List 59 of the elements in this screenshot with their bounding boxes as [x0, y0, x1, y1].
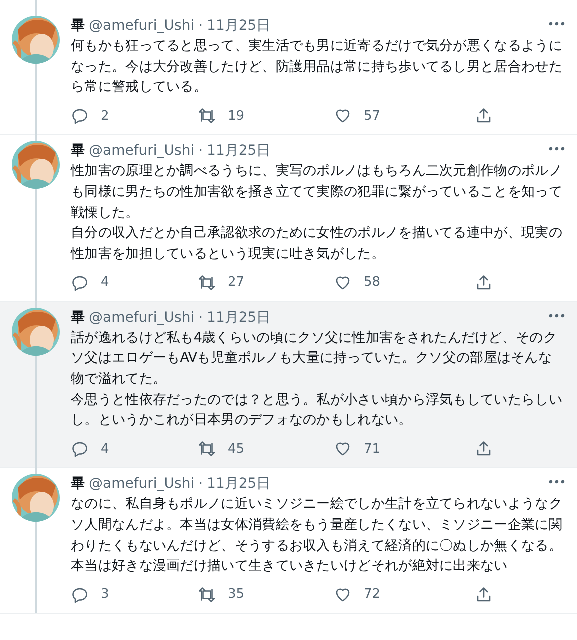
share-icon[interactable] — [475, 107, 493, 126]
retweet-icon[interactable] — [198, 586, 216, 604]
reply-count: 2 — [101, 108, 110, 124]
like-count: 72 — [364, 587, 381, 602]
share-icon[interactable] — [475, 274, 493, 292]
share-icon[interactable] — [475, 586, 493, 604]
tweet-card[interactable]: 畢 @amefuri_Ushi · 11月25日 なのに、私自身もポルノに近いミソジニー絵でしか生計を立てられないようなクソ人間なんだよ。本当は女体消費絵をもう量産したくない、ミソジニー企業に関わりたくもないんだけど、そうするお収入も消えて経済的に〇ぬしか無くなる。 本当は好きな漫画だけ描いて生きていきたいけどそれが絶対に出来ない 3 35 72 — [0, 468, 577, 614]
more-icon[interactable] — [549, 147, 565, 152]
tweet-date: 11月25日 — [207, 475, 271, 494]
reply-count: 4 — [101, 275, 110, 290]
reply-icon[interactable] — [71, 440, 89, 458]
tweet-date: 11月25日 — [207, 17, 271, 35]
reply-icon[interactable] — [71, 107, 89, 126]
tweet-card[interactable]: 畢 @amefuri_Ushi · 11月25日 性加害の原理とか調べるうちに、実写のポルノはもちろん二次元創作物のポルノも同様に男たちの性加害欲を掻き立てて実際の犯罪に繋がっていることを知って戦慄した。 自分の収入だとか自己承認欲求のために女性のポルノを描いてる連中が、現実の性加害を加担しているという現実に吐き気がした。 4 27 58 — [0, 135, 577, 302]
like-icon[interactable] — [334, 586, 352, 604]
separator: · — [198, 476, 204, 492]
retweet-count: 45 — [228, 442, 245, 457]
author-name: 畢 — [71, 17, 85, 35]
author-name: 畢 — [71, 308, 85, 327]
like-count: 58 — [364, 275, 381, 290]
like-count: 57 — [364, 108, 381, 124]
share-icon[interactable] — [475, 440, 493, 458]
author-handle: @amefuri_Ushi — [89, 476, 195, 492]
retweet-icon[interactable] — [198, 274, 216, 292]
separator: · — [198, 18, 204, 34]
reply-icon[interactable] — [71, 274, 89, 292]
reply-icon[interactable] — [71, 586, 89, 604]
tweet-text: なのに、私自身もポルノに近いミソジニー絵でしか生計を立てられないようなクソ人間なんだよ。本当は女体消費絵をもう量産したくない、ミソジニー企業に関わりたくもないんだけど、そうするお収入も消えて経済的に〇ぬしか無くなる。 — [71, 495, 564, 556]
retweet-count: 27 — [228, 275, 245, 290]
tweet-text: 何もかも狂ってると思って、実生活でも男に近寄るだけで気分が悪くなるようになった。今は大分改善したけど、防護用品は常に持ち歩いてるし男と居合わせたら常に警戒している。 — [71, 37, 564, 98]
tweet-card[interactable]: 畢 @amefuri_Ushi · 11月25日 何もかも狂ってると思って、実生活でも男に近寄るだけで気分が悪くなるようになった。今は大分改善したけど、防護用品は常に持ち歩いてるし男と居合わせたら常に警戒している。 2 19 57 — [0, 0, 577, 136]
retweet-count: 19 — [228, 108, 245, 124]
reply-count: 4 — [101, 442, 110, 457]
author-handle: @amefuri_Ushi — [89, 310, 195, 326]
more-icon[interactable] — [549, 314, 565, 318]
separator: · — [198, 310, 204, 326]
like-icon[interactable] — [334, 107, 352, 126]
author-name: 畢 — [71, 475, 85, 494]
retweet-icon[interactable] — [198, 107, 216, 126]
more-icon[interactable] — [549, 22, 565, 26]
author-name: 畢 — [71, 142, 85, 160]
tweet-text: 話が逸れるけど私も4歳くらいの頃にクソ父に性加害をされたんだけど、そのクソ父はエロゲーもAVも児童ポルノも大量に持っていた。クソ父の部屋はそんな物で溢れてた。 — [71, 328, 558, 390]
separator: · — [198, 143, 204, 160]
reply-count: 3 — [101, 587, 110, 602]
like-icon[interactable] — [334, 440, 352, 458]
retweet-icon[interactable] — [198, 440, 216, 458]
author-handle: @amefuri_Ushi — [89, 18, 195, 34]
tweet-text: 自分の収入だとか自己承認欲求のために女性のポルノを描いてる連中が、現実の性加害を加担しているという現実に吐き気がした。 — [71, 224, 564, 264]
tweet-date: 11月25日 — [207, 308, 271, 327]
tweet-date: 11月25日 — [207, 142, 271, 160]
more-icon[interactable] — [549, 480, 565, 484]
tweet-text: 本当は好きな漫画だけ描いて生きていきたいけどそれが絶対に出来ない — [71, 557, 509, 576]
tweet-text: 今思うと性依存だったのでは？と思う。私が小さい頃から浮気もしていたらしいし。というかこれが日本男のデフォなのかもしれない。 — [71, 390, 564, 430]
tweet-text: 性加害の原理とか調べるうちに、実写のポルノはもちろん二次元創作物のポルノも同様に男たちの性加害欲を掻き立てて実際の犯罪に繋がっていることを知って戦慄した。 — [71, 162, 564, 223]
retweet-count: 35 — [228, 587, 245, 602]
like-count: 71 — [364, 442, 381, 457]
like-icon[interactable] — [334, 274, 352, 292]
tweet-card[interactable]: 畢 @amefuri_Ushi · 11月25日 話が逸れるけど私も4歳くらいの頃にクソ父に性加害をされたんだけど、そのクソ父はエロゲーもAVも児童ポルノも大量に持っていた。クソ父の部屋はそんな物で溢れてた。 今思うと性依存だったのでは？と思う。私が小さい頃から浮気もしていたらしいし。というかこれが日本男のデフォなのかもしれない。 4 45 71 — [0, 302, 577, 468]
author-handle: @amefuri_Ushi — [89, 143, 195, 160]
